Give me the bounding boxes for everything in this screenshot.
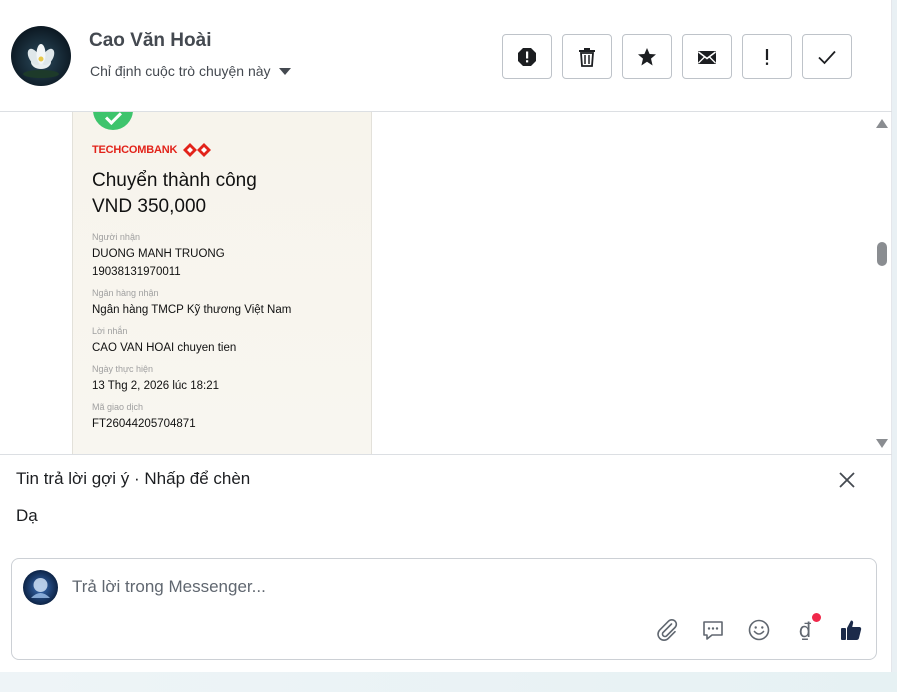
composer-toolbar: ₫	[654, 613, 864, 643]
close-icon	[839, 472, 855, 488]
exclamation-icon	[765, 48, 769, 65]
like-button[interactable]	[838, 617, 864, 643]
window-bottom-edge	[0, 672, 897, 692]
transaction-id-value: FT26044205704871	[92, 418, 196, 430]
suggested-replies-title: Tin trả lời gợi ý · Nhấp để chèn	[16, 469, 251, 488]
suggested-reply[interactable]: Dạ	[16, 506, 38, 526]
transfer-amount: VND 350,000	[92, 196, 207, 217]
date-value: 13 Thg 2, 2026 lúc 18:21	[92, 380, 220, 392]
attach-button[interactable]	[654, 617, 680, 643]
bank-name: TECHCOMBANK	[92, 144, 178, 156]
recipient-account: 19038131970011	[92, 266, 181, 278]
conversation-header: Cao Văn Hoài Chỉ định cuộc trò chuyện nà…	[0, 0, 892, 112]
contact-name: Cao Văn Hoài	[89, 30, 212, 51]
thumbs-up-icon	[841, 620, 862, 640]
assign-conversation-dropdown[interactable]: Chỉ định cuộc trò chuyện này	[90, 63, 291, 79]
scroll-up-icon[interactable]	[876, 119, 888, 128]
reply-composer: ₫	[11, 558, 877, 660]
mark-done-button[interactable]	[802, 34, 852, 79]
transfer-status: Chuyển thành công	[92, 170, 257, 191]
scrollbar-thumb[interactable]	[877, 242, 887, 266]
saved-reply-icon	[703, 621, 723, 640]
mark-unread-button[interactable]	[682, 34, 732, 79]
recipient-name: DUONG MANH TRUONG	[92, 248, 225, 260]
spam-octagon-icon	[518, 47, 536, 66]
receiving-bank-label: Ngân hàng nhận	[92, 288, 159, 298]
contact-avatar[interactable]	[11, 26, 71, 86]
date-label: Ngày thực hiện	[92, 364, 154, 374]
recipient-label: Người nhận	[92, 232, 140, 242]
payment-button[interactable]: ₫	[792, 613, 821, 643]
header-actions	[502, 34, 852, 79]
techcombank-logo-icon	[183, 143, 212, 157]
trash-icon	[579, 47, 595, 67]
paperclip-icon	[657, 618, 678, 641]
notification-dot	[812, 613, 821, 622]
transfer-receipt-image[interactable]: TECHCOMBANK Chuyển thành công VND 350,00…	[72, 112, 372, 454]
assign-label: Chỉ định cuộc trò chuyện này	[90, 63, 271, 79]
emoji-icon	[748, 619, 770, 641]
success-check-icon	[93, 112, 133, 130]
delete-button[interactable]	[562, 34, 612, 79]
mark-spam-button[interactable]	[502, 34, 552, 79]
message-scrollbar[interactable]	[874, 112, 890, 454]
star-icon	[638, 47, 656, 65]
saved-replies-button[interactable]	[700, 617, 726, 643]
emoji-button[interactable]	[746, 617, 772, 643]
reply-input[interactable]	[72, 577, 772, 597]
page-avatar	[23, 570, 58, 605]
envelope-icon	[698, 50, 716, 64]
message-value: CAO VAN HOAI chuyen tien	[92, 342, 237, 354]
message-thread[interactable]: TECHCOMBANK Chuyển thành công VND 350,00…	[0, 112, 892, 455]
follow-up-button[interactable]	[742, 34, 792, 79]
message-label: Lời nhắn	[92, 326, 128, 336]
scroll-down-icon[interactable]	[876, 439, 888, 448]
receiving-bank-value: Ngân hàng TMCP Kỹ thương Việt Nam	[92, 304, 292, 316]
close-suggestions-button[interactable]	[835, 468, 859, 492]
bank-brand: TECHCOMBANK	[92, 143, 212, 157]
window-edge	[892, 0, 897, 692]
star-button[interactable]	[622, 34, 672, 79]
payment-icon: ₫	[798, 618, 812, 642]
chevron-down-icon	[278, 67, 291, 75]
transaction-id-label: Mã giao dịch	[92, 402, 144, 412]
conversation-panel: Cao Văn Hoài Chỉ định cuộc trò chuyện nà…	[0, 0, 892, 672]
checkmark-icon	[818, 50, 836, 64]
